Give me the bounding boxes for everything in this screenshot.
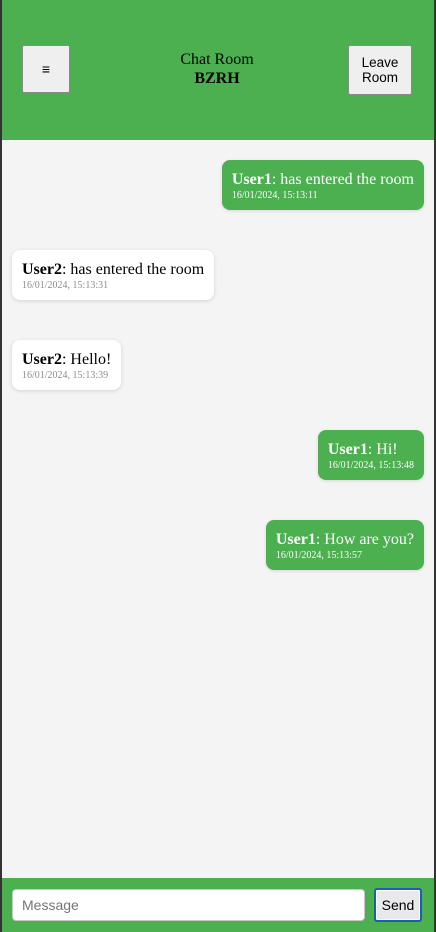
message-bubble: User1: has entered the room 16/01/2024, …	[221, 160, 424, 210]
chat-header: ≡ Chat Room BZRH Leave Room	[2, 0, 434, 140]
message-username: User2	[22, 351, 62, 368]
message-username: User1	[275, 531, 316, 548]
message-line: User2: has entered the room	[22, 260, 204, 280]
message-text: : Hi!	[367, 441, 398, 458]
message-username: User2	[22, 261, 62, 278]
message-bubble: User1: Hi! 16/01/2024, 15:13:48	[317, 430, 424, 480]
message-bubble: User2: Hello! 16/01/2024, 15:13:39	[12, 340, 122, 390]
message-text: : Hello!	[61, 351, 112, 368]
message-username: User1	[231, 171, 272, 188]
message-input[interactable]	[12, 889, 365, 921]
message-timestamp: 16/01/2024, 15:13:31	[22, 280, 109, 291]
message-text: : has entered the room	[61, 261, 205, 278]
menu-button[interactable]: ≡	[22, 45, 70, 93]
leave-room-button[interactable]: Leave Room	[348, 45, 412, 95]
message-line: User1: has entered the room	[232, 170, 414, 190]
message-text: : How are you?	[315, 531, 414, 548]
message-line: User1: How are you?	[276, 530, 414, 550]
message-list[interactable]: User1: has entered the room 16/01/2024, …	[2, 140, 434, 878]
message-username: User1	[327, 441, 368, 458]
message-line: User2: Hello!	[22, 350, 111, 370]
menu-icon: ≡	[41, 61, 51, 77]
chat-app: ≡ Chat Room BZRH Leave Room User1: has e…	[2, 0, 434, 932]
message-timestamp: 16/01/2024, 15:13:57	[275, 550, 362, 561]
message-bubble: User2: has entered the room 16/01/2024, …	[12, 250, 215, 300]
room-code: BZRH	[194, 70, 240, 87]
message-timestamp: 16/01/2024, 15:13:39	[22, 370, 109, 381]
message-text: : has entered the room	[271, 171, 414, 188]
message-bubble: User1: How are you? 16/01/2024, 15:13:57	[265, 520, 424, 570]
message-line: User1: Hi!	[328, 440, 414, 460]
room-title: Chat Room BZRH	[102, 51, 332, 89]
message-composer: Send	[2, 878, 434, 932]
page-title: Chat Room	[180, 51, 254, 68]
message-timestamp: 16/01/2024, 15:13:48	[327, 460, 414, 471]
message-timestamp: 16/01/2024, 15:13:11	[231, 190, 318, 201]
send-button[interactable]: Send	[374, 888, 422, 922]
